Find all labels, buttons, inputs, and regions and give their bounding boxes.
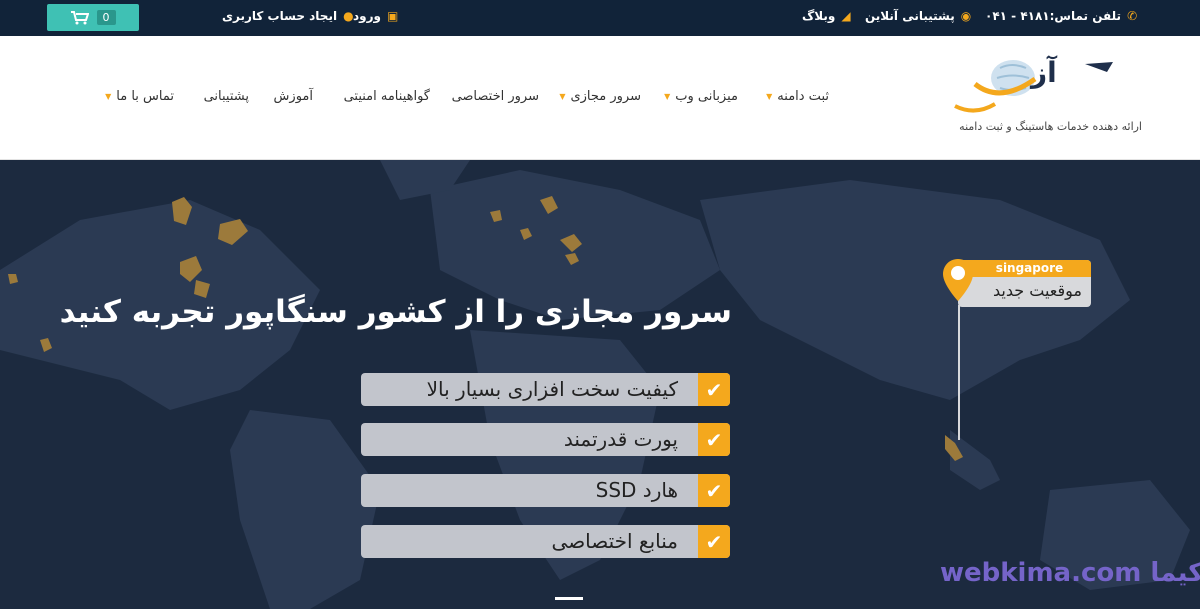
nav-label: سرور اختصاصی bbox=[451, 89, 539, 104]
nav-item-hosting[interactable]: میزبانی وب ▼ bbox=[664, 89, 738, 104]
check-icon: ✔ bbox=[698, 423, 730, 456]
chevron-down-icon: ▼ bbox=[766, 92, 773, 101]
site-logo[interactable]: آز bbox=[945, 46, 1120, 121]
feature-label: کیفیت سخت افزاری بسیار بالا bbox=[426, 377, 678, 401]
online-support-link[interactable]: ◉ پشتیبانی آنلاین bbox=[865, 9, 971, 23]
feature-label: پورت قدرتمند bbox=[563, 427, 678, 451]
feature-item: ✔ هارد SSD bbox=[361, 474, 730, 507]
user-icon: ● bbox=[343, 9, 354, 23]
nav-label: گواهینامه امنیتی bbox=[343, 89, 430, 104]
hero-headline: سرور مجازی را از کشور سنگاپور تجربه کنید bbox=[59, 294, 732, 330]
hero-slider: سرور مجازی را از کشور سنگاپور تجربه کنید… bbox=[0, 160, 1200, 609]
nav-label: ثبت دامنه bbox=[777, 89, 829, 104]
phone-link[interactable]: ✆ تلفن تماس:۴۱۸۱ - ۰۴۱ bbox=[985, 9, 1137, 23]
login-link[interactable]: ▣ ورود bbox=[353, 9, 398, 23]
nav-label: تماس با ما bbox=[116, 89, 174, 104]
chat-icon: ◉ bbox=[960, 9, 972, 23]
feature-item: ✔ منابع اختصاصی bbox=[361, 525, 730, 558]
blog-link[interactable]: ◢ وبلاگ bbox=[802, 9, 851, 23]
nav-item-contact[interactable]: تماس با ما ▼ bbox=[105, 89, 174, 104]
login-label: ورود bbox=[353, 9, 381, 23]
svg-text:آز: آز bbox=[1029, 55, 1058, 89]
online-support-label: پشتیبانی آنلاین bbox=[865, 9, 955, 23]
lock-icon: ▣ bbox=[386, 9, 399, 23]
feature-item: ✔ کیفیت سخت افزاری بسیار بالا bbox=[361, 373, 730, 406]
nav-item-ssl[interactable]: گواهینامه امنیتی bbox=[344, 89, 430, 104]
nav-item-domain[interactable]: ثبت دامنه ▼ bbox=[766, 89, 829, 104]
nav-item-support[interactable]: پشتیبانی bbox=[204, 89, 249, 104]
check-icon: ✔ bbox=[698, 474, 730, 507]
map-pin-icon bbox=[943, 259, 973, 301]
slider-indicator[interactable] bbox=[555, 597, 583, 600]
blog-label: وبلاگ bbox=[802, 9, 836, 23]
phone-icon: ✆ bbox=[1127, 9, 1138, 23]
chevron-down-icon: ▼ bbox=[105, 92, 112, 101]
cart-count: 0 bbox=[96, 10, 116, 25]
site-header: آز ارائه دهنده خدمات هاستینگ و ثبت دامنه… bbox=[0, 36, 1200, 160]
rss-icon: ◢ bbox=[841, 9, 851, 23]
signup-label: ایجاد حساب کاربری bbox=[222, 9, 338, 23]
location-pin-line bbox=[958, 305, 960, 440]
location-city: singapore bbox=[958, 260, 1091, 277]
cart-button[interactable]: 0 bbox=[47, 4, 139, 31]
feature-item: ✔ پورت قدرتمند bbox=[361, 423, 730, 456]
nav-label: پشتیبانی bbox=[203, 89, 249, 104]
site-tagline: ارائه دهنده خدمات هاستینگ و ثبت دامنه bbox=[959, 120, 1142, 133]
chevron-down-icon: ▼ bbox=[664, 92, 671, 101]
check-icon: ✔ bbox=[698, 373, 730, 406]
check-icon: ✔ bbox=[698, 525, 730, 558]
cart-icon bbox=[70, 10, 89, 24]
feature-label: منابع اختصاصی bbox=[551, 529, 678, 553]
nav-label: سرور مجازی bbox=[570, 89, 641, 104]
nav-item-vps[interactable]: سرور مجازی ▼ bbox=[559, 89, 641, 104]
nav-item-dedicated[interactable]: سرور اختصاصی bbox=[452, 89, 539, 104]
phone-label: تلفن تماس:۴۱۸۱ - ۰۴۱ bbox=[985, 9, 1122, 23]
nav-label: آموزش bbox=[273, 89, 313, 104]
feature-label: هارد SSD bbox=[595, 478, 678, 502]
nav-item-tutorials[interactable]: آموزش bbox=[274, 89, 313, 104]
signup-link[interactable]: ● ایجاد حساب کاربری bbox=[222, 9, 354, 23]
top-bar: 0 ● ایجاد حساب کاربری ▣ ورود ◢ وبلاگ ◉ پ… bbox=[0, 0, 1200, 36]
location-callout: singapore موقعیت جدید bbox=[958, 260, 1091, 307]
nav-label: میزبانی وب bbox=[675, 89, 738, 104]
watermark: webkima.com وب کیما bbox=[940, 558, 1200, 588]
location-label: موقعیت جدید bbox=[993, 281, 1082, 300]
chevron-down-icon: ▼ bbox=[559, 92, 566, 101]
